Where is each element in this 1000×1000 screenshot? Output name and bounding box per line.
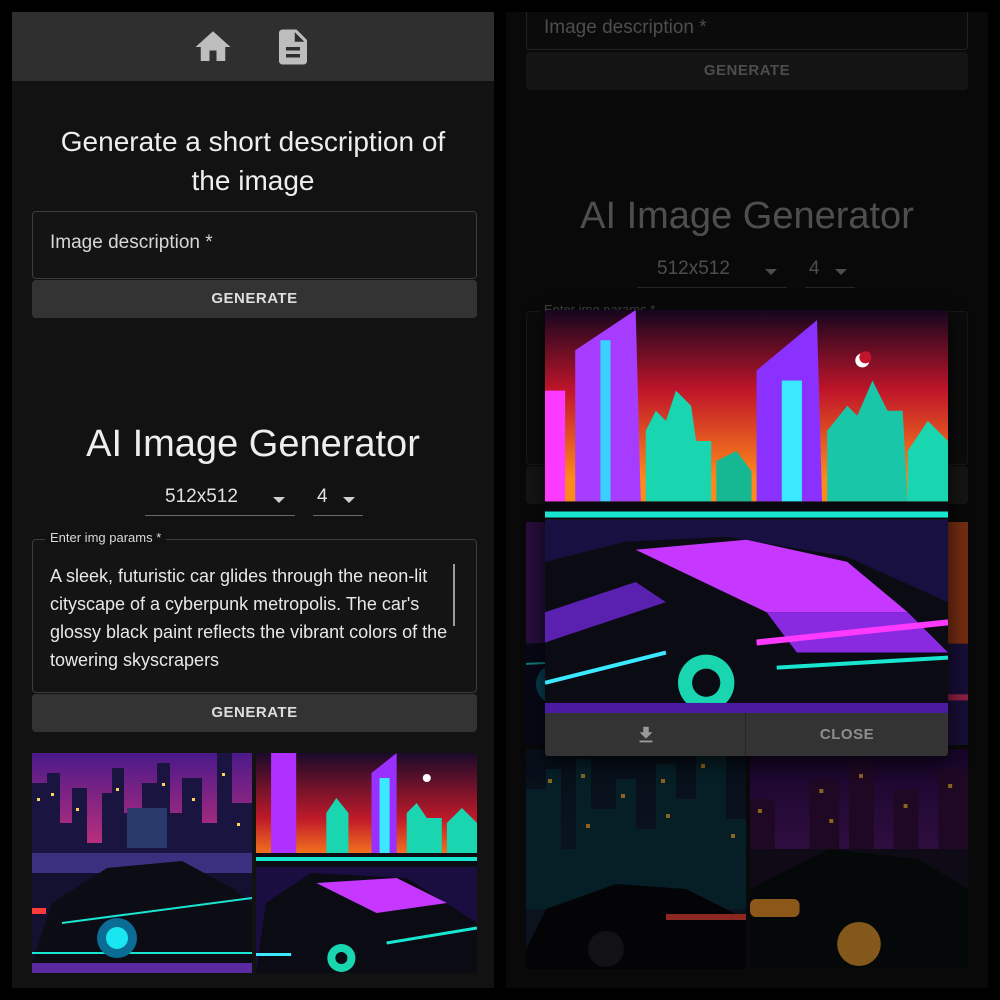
image-preview-dialog: CLOSE — [545, 310, 948, 756]
result-image-2[interactable] — [256, 753, 477, 973]
chevron-down-icon — [343, 497, 355, 503]
generate-image-button[interactable]: GENERATE — [32, 694, 477, 732]
describe-heading: Generate a short description of the imag… — [60, 126, 446, 196]
img-params-textarea[interactable]: Enter img params * A sleek, futuristic c… — [32, 530, 477, 693]
textarea-scrollbar[interactable] — [453, 564, 455, 626]
count-select-value: 4 — [317, 486, 328, 507]
image-description-label: Image description * — [50, 232, 213, 253]
download-icon — [639, 726, 653, 743]
generator-title: AI Image Generator — [86, 423, 420, 465]
img-params-text: A sleek, futuristic car glides through t… — [50, 566, 448, 670]
img-params-label: Enter img params * — [45, 530, 167, 545]
chevron-down-icon — [273, 497, 285, 503]
size-select[interactable]: 512x512 — [145, 482, 295, 516]
top-app-bar — [12, 12, 494, 81]
count-select[interactable]: 4 — [313, 482, 363, 516]
image-description-input[interactable]: Image description * — [32, 211, 477, 279]
size-select-value: 512x512 — [165, 486, 238, 507]
left-panel: Generate a short description of the imag… — [12, 12, 494, 988]
home-icon[interactable] — [192, 26, 234, 68]
close-button[interactable]: CLOSE — [746, 713, 948, 756]
download-button[interactable] — [545, 713, 745, 756]
document-icon[interactable] — [272, 26, 314, 68]
result-image-1[interactable] — [32, 753, 252, 973]
generate-description-button[interactable]: GENERATE — [32, 280, 477, 318]
right-panel: Image description * GENERATE AI Image Ge… — [506, 12, 988, 988]
preview-image — [545, 310, 948, 713]
dialog-actions: CLOSE — [545, 713, 948, 756]
